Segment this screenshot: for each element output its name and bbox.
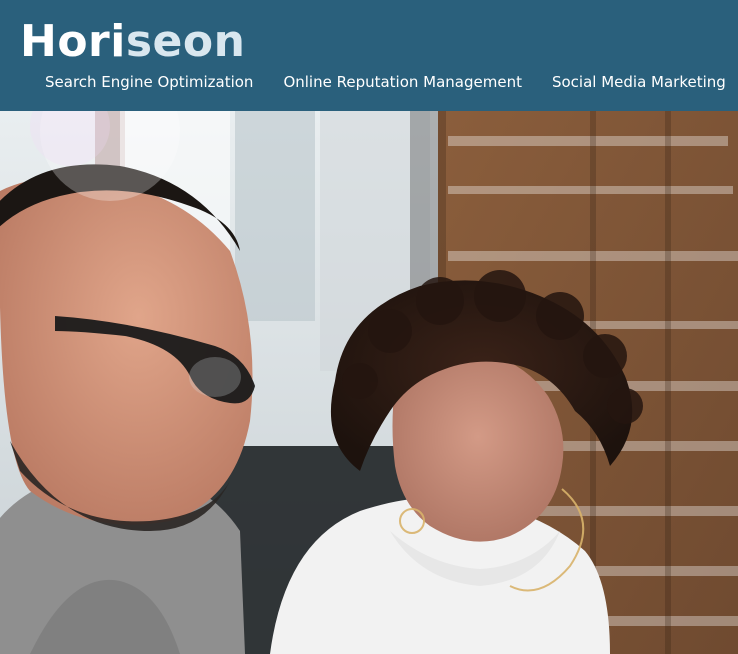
site-header: Horiseon Search Engine Optimization Onli…	[0, 0, 738, 111]
brand-logo[interactable]: Horiseon	[20, 14, 245, 70]
nav-link-social[interactable]: Social Media Marketing	[552, 73, 726, 91]
nav-link-seo[interactable]: Search Engine Optimization	[45, 73, 253, 91]
brand-prefix: Hori	[20, 16, 126, 67]
nav-item-social: Social Media Marketing	[552, 70, 726, 94]
nav-item-seo: Search Engine Optimization	[45, 70, 253, 94]
nav-item-reputation: Online Reputation Management	[283, 70, 522, 94]
main-nav: Search Engine Optimization Online Reputa…	[45, 70, 726, 94]
brand-suffix: seon	[125, 16, 246, 67]
page: Horiseon Search Engine Optimization Onli…	[0, 0, 738, 654]
nav-link-reputation[interactable]: Online Reputation Management	[283, 73, 522, 91]
hero-image	[0, 111, 738, 654]
hero-photo	[0, 111, 738, 654]
